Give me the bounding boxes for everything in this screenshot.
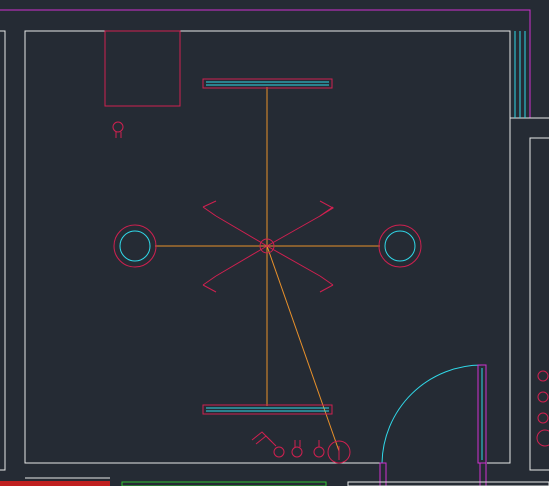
bottom-strip-red (0, 481, 110, 486)
canvas-background (0, 0, 549, 486)
floor-plan-canvas (0, 0, 549, 486)
